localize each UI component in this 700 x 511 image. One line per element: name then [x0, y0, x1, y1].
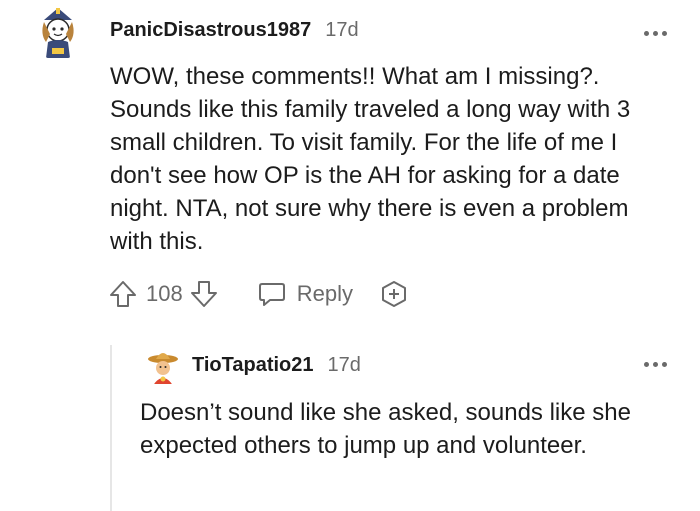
- reply-label: Reply: [296, 281, 353, 306]
- avatar[interactable]: [144, 348, 182, 386]
- award-button[interactable]: [379, 279, 409, 309]
- comment-actions: 108 Reply: [108, 278, 409, 310]
- comment-main: PanicDisastrous1987 17d WOW, these comme…: [0, 0, 700, 330]
- arrow-up-icon: [110, 281, 136, 307]
- speech-bubble-icon: [258, 283, 285, 306]
- reply-button[interactable]: Reply: [257, 279, 353, 309]
- comment-meta: PanicDisastrous1987 17d: [110, 19, 359, 42]
- avatar-image: [30, 4, 86, 60]
- timestamp[interactable]: 17d: [325, 19, 358, 42]
- avatar-image: [144, 348, 182, 386]
- more-options-icon[interactable]: [644, 362, 667, 367]
- comment-body: Doesn’t sound like she asked, sounds lik…: [140, 399, 631, 459]
- comment-reply: TioTapatio21 17d Doesn’t sound like she …: [0, 330, 700, 511]
- vote-count: 108: [146, 281, 183, 306]
- award-plus-icon: [381, 281, 406, 307]
- comment-meta: TioTapatio21 17d: [192, 354, 361, 377]
- avatar[interactable]: [30, 4, 86, 60]
- username[interactable]: TioTapatio21: [192, 354, 314, 377]
- upvote-button[interactable]: [108, 279, 138, 309]
- downvote-button[interactable]: [189, 279, 219, 309]
- more-options-icon[interactable]: [644, 31, 667, 36]
- comment-body: WOW, these comments!! What am I missing?…: [110, 63, 631, 255]
- username[interactable]: PanicDisastrous1987: [110, 19, 311, 42]
- timestamp[interactable]: 17d: [328, 354, 361, 377]
- arrow-down-icon: [190, 281, 217, 307]
